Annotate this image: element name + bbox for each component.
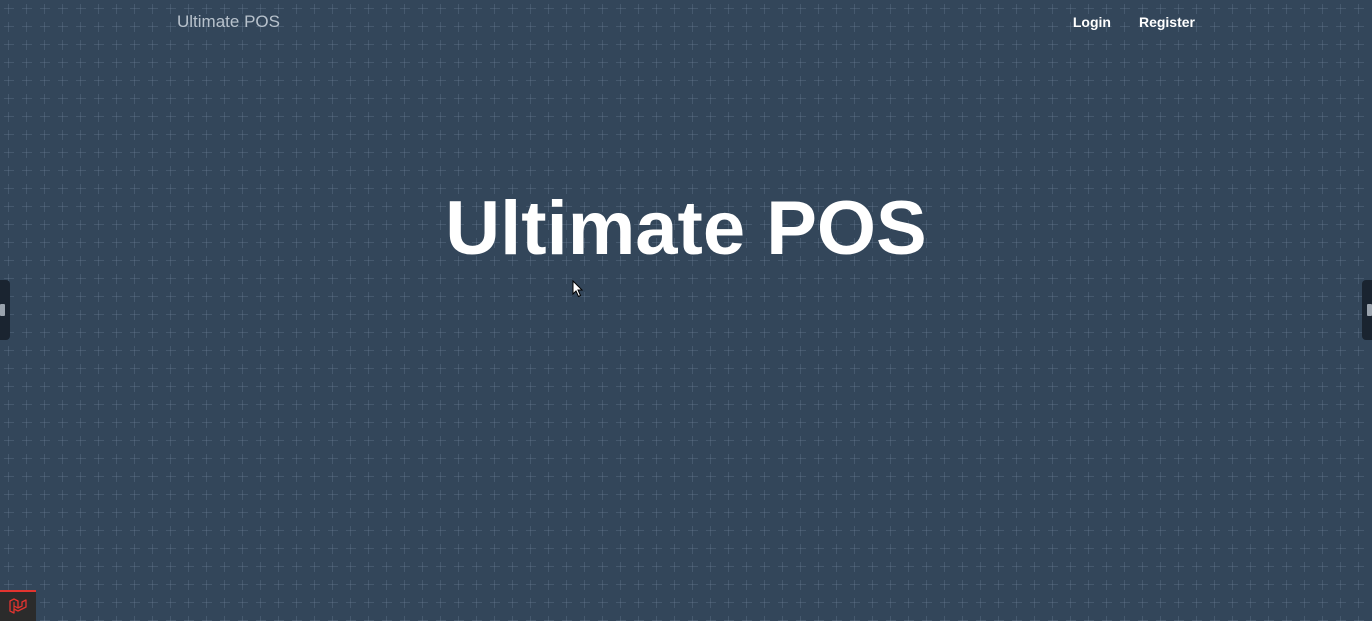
- brand-link[interactable]: Ultimate POS: [177, 12, 280, 32]
- hero-title: Ultimate POS: [445, 186, 927, 271]
- drag-handle-icon: [1367, 304, 1372, 316]
- right-drag-handle[interactable]: [1362, 280, 1372, 340]
- left-drag-handle[interactable]: [0, 280, 10, 340]
- mouse-pointer-icon: [572, 279, 584, 303]
- login-link[interactable]: Login: [1073, 14, 1111, 30]
- background-pattern: [0, 0, 1372, 621]
- drag-handle-icon: [0, 304, 5, 316]
- top-navbar: Ultimate POS Login Register: [0, 0, 1372, 44]
- auth-links: Login Register: [1073, 14, 1195, 30]
- laravel-logo-icon: [9, 597, 27, 614]
- register-link[interactable]: Register: [1139, 14, 1195, 30]
- debugbar-toggle[interactable]: [0, 590, 36, 621]
